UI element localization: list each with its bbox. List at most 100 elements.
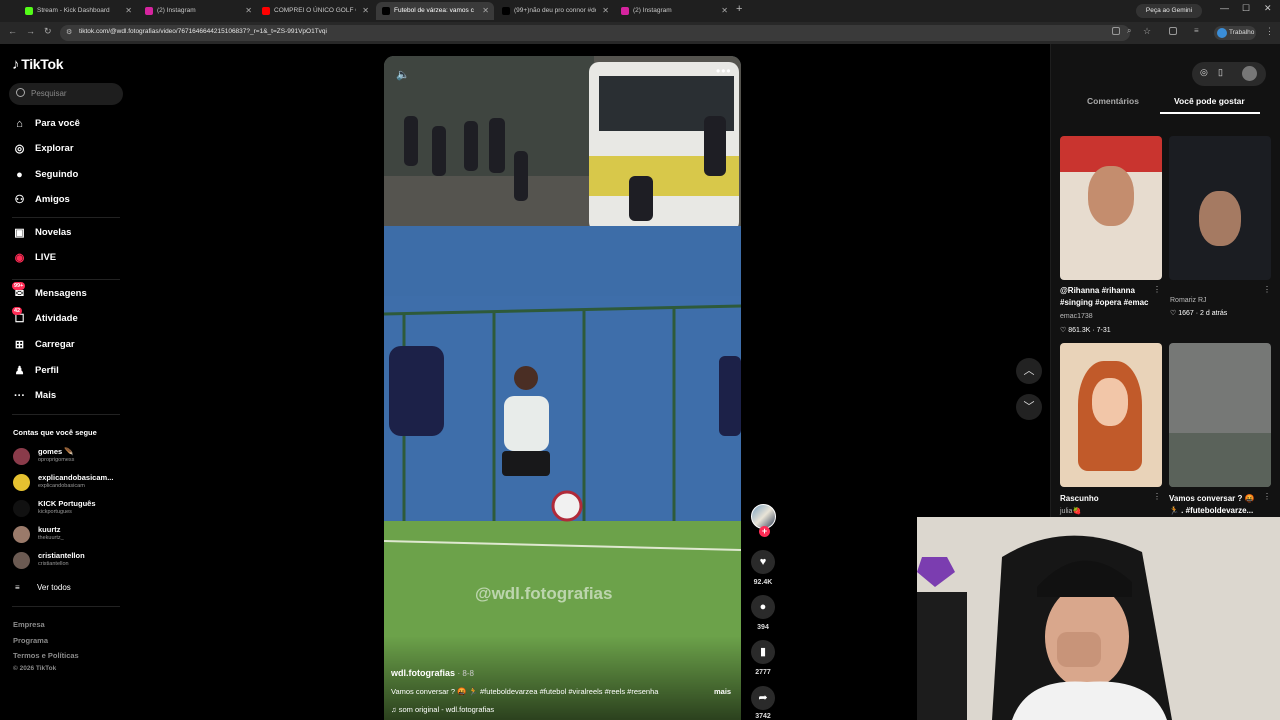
sidebar-item-label: Para você: [35, 118, 80, 129]
footer-link-program[interactable]: Programa: [13, 636, 48, 645]
maximize-icon[interactable]: ☐: [1242, 3, 1250, 14]
see-all-button[interactable]: ≡ Ver todos: [13, 583, 71, 592]
close-tab-icon[interactable]: ✕: [125, 2, 132, 20]
suggested-video-thumbnail[interactable]: [1060, 343, 1162, 487]
suggestion-author[interactable]: Romariz RJ: [1170, 297, 1207, 304]
extensions-icon[interactable]: [1169, 27, 1177, 35]
share-button[interactable]: ➦: [751, 686, 775, 710]
bookmark-icon: ▮: [759, 646, 767, 658]
suggestion-menu-icon[interactable]: ⋮: [1153, 285, 1161, 294]
close-tab-icon[interactable]: ✕: [721, 2, 728, 20]
close-tab-icon[interactable]: ✕: [362, 2, 369, 20]
list-icon: ≡: [15, 583, 20, 592]
new-tab-button[interactable]: +: [736, 3, 742, 15]
sidebar-item-label: Carregar: [35, 339, 75, 350]
suggestion-menu-icon[interactable]: ⋮: [1153, 492, 1161, 501]
site-info-icon[interactable]: ⚙: [66, 28, 72, 36]
close-tab-icon[interactable]: ✕: [602, 2, 609, 20]
sidebar-item-live[interactable]: ◉ LIVE: [13, 251, 56, 265]
video-options-icon[interactable]: •••: [716, 64, 732, 78]
suggestion-caption[interactable]: @Rihanna #rihanna #singing #opera #emac: [1060, 285, 1158, 309]
volume-icon[interactable]: 🔈: [396, 68, 410, 81]
more-icon: ···: [14, 390, 25, 402]
browser-tab[interactable]: Futebol de várzea: vamos c ✕: [376, 2, 494, 20]
forward-icon[interactable]: →: [26, 26, 35, 36]
search-input[interactable]: Pesquisar: [9, 83, 123, 105]
notification-badge: 42: [12, 307, 23, 315]
sidebar-item-compass[interactable]: ◎ Explorar: [13, 142, 74, 156]
media-icon[interactable]: ≡: [1194, 26, 1199, 35]
reload-icon[interactable]: ↻: [44, 26, 52, 37]
close-tab-icon[interactable]: ✕: [482, 2, 489, 20]
suggestion-author[interactable]: julia🍓: [1060, 507, 1081, 515]
comment-button[interactable]: ●: [751, 595, 775, 619]
see-all-label: Ver todos: [37, 583, 71, 592]
browser-profile-button[interactable]: Trabalho: [1214, 26, 1256, 40]
next-video-button[interactable]: ﹀: [1016, 394, 1042, 420]
browser-tab[interactable]: COMPREI O ÚNICO GOLF GTI A ✕: [256, 2, 374, 20]
previous-video-button[interactable]: ︿: [1016, 358, 1042, 384]
minimize-icon[interactable]: —: [1220, 3, 1229, 13]
suggested-video-thumbnail[interactable]: [1060, 136, 1162, 280]
tab-favicon-icon: [25, 7, 33, 15]
close-tab-icon[interactable]: ✕: [245, 2, 252, 20]
bookmark-star-icon[interactable]: ☆: [1143, 26, 1151, 37]
followed-account[interactable]: gomes 🪶 oproprigomess: [13, 446, 123, 466]
sidebar-item-label: Amigos: [35, 194, 70, 205]
suggestion-caption[interactable]: Rascunho: [1060, 493, 1099, 505]
sidebar-item-home[interactable]: ⌂ Para você: [13, 117, 80, 131]
footer-link-terms[interactable]: Termos e Políticas: [13, 651, 79, 660]
browser-tab[interactable]: Stream - Kick Dashboard ✕: [19, 2, 137, 20]
suggestion-menu-icon[interactable]: ⋮: [1263, 492, 1271, 501]
account-name: kuurtz: [38, 525, 61, 534]
url-text[interactable]: tiktok.com/@wdl.fotografias/video/767164…: [79, 28, 327, 35]
like-button[interactable]: ♥: [751, 550, 775, 574]
followed-account[interactable]: cristiantellon cristiantellon: [13, 550, 123, 570]
sidebar-item-label: LIVE: [35, 252, 57, 263]
tiktok-logo[interactable]: ♪ TikTok: [12, 56, 64, 73]
sidebar-item-series[interactable]: ▣ Novelas: [13, 226, 71, 240]
sidebar-item-messages[interactable]: ✉ 99+ Mensagens: [12, 282, 87, 301]
sidebar-item-profile[interactable]: ♟ Perfil: [13, 364, 59, 378]
device-icon[interactable]: ▯: [1218, 67, 1223, 78]
browser-tab[interactable]: (2) Instagram ✕: [615, 2, 733, 20]
account-handle: oproprigomess: [38, 457, 75, 463]
translate-icon[interactable]: [1112, 27, 1120, 35]
followed-account[interactable]: explicandobasicam... explicandobasicam: [13, 472, 123, 492]
followed-account[interactable]: kuurtz thekuurtz_: [13, 524, 123, 544]
suggestion-menu-icon[interactable]: ⋮: [1263, 285, 1271, 294]
suggested-video-thumbnail[interactable]: [1169, 136, 1271, 280]
suggested-video-thumbnail[interactable]: [1169, 343, 1271, 487]
browser-menu-icon[interactable]: ⋮: [1265, 26, 1274, 37]
browser-tab[interactable]: (2) Instagram ✕: [139, 2, 257, 20]
zoom-icon[interactable]: ⌕: [1127, 26, 1131, 36]
video-music[interactable]: ♫ som original - wdl.fotografias: [391, 705, 494, 714]
sidebar-item-upload[interactable]: ⊞ Carregar: [13, 338, 75, 352]
video-author[interactable]: wdl.fotografias · 8-8: [391, 668, 474, 678]
close-window-icon[interactable]: ✕: [1264, 3, 1272, 14]
user-avatar[interactable]: [1242, 66, 1257, 81]
follow-plus-icon[interactable]: +: [759, 526, 770, 537]
suggestion-author[interactable]: emac1738: [1060, 313, 1093, 320]
series-icon: ▣: [14, 227, 25, 239]
back-icon[interactable]: ←: [8, 26, 17, 36]
gemini-button[interactable]: Peça ao Gemini: [1136, 4, 1202, 18]
sidebar-item-friends[interactable]: ⚇ Amigos: [13, 193, 70, 207]
live-icon: ◉: [14, 252, 25, 264]
sidebar-item-following-avatar[interactable]: ● Seguindo: [13, 168, 78, 182]
tab-comments[interactable]: Comentários: [1087, 96, 1139, 106]
footer-link-company[interactable]: Empresa: [13, 620, 45, 629]
avatar: [13, 552, 30, 569]
suggestion-caption[interactable]: Vamos conversar ? 🤬 🏃 . #futeboldevarze.…: [1169, 493, 1263, 517]
tab-you-may-like[interactable]: Você pode gostar: [1174, 96, 1245, 106]
compass-icon[interactable]: ◎: [1200, 67, 1208, 78]
gemini-label: Peça ao Gemini: [1145, 7, 1193, 14]
followed-account[interactable]: KICK Português kickportugues: [13, 498, 123, 518]
more-button[interactable]: mais: [714, 687, 731, 696]
browser-tab[interactable]: (99+)não deu pro connor #dom ✕: [496, 2, 614, 20]
video-player[interactable]: [384, 56, 741, 720]
sidebar-item-activity[interactable]: ☐ 42 Atividade: [12, 307, 78, 326]
sidebar-item-more[interactable]: ··· Mais: [13, 389, 56, 403]
search-placeholder: Pesquisar: [31, 89, 67, 98]
save-button[interactable]: ▮: [751, 640, 775, 664]
